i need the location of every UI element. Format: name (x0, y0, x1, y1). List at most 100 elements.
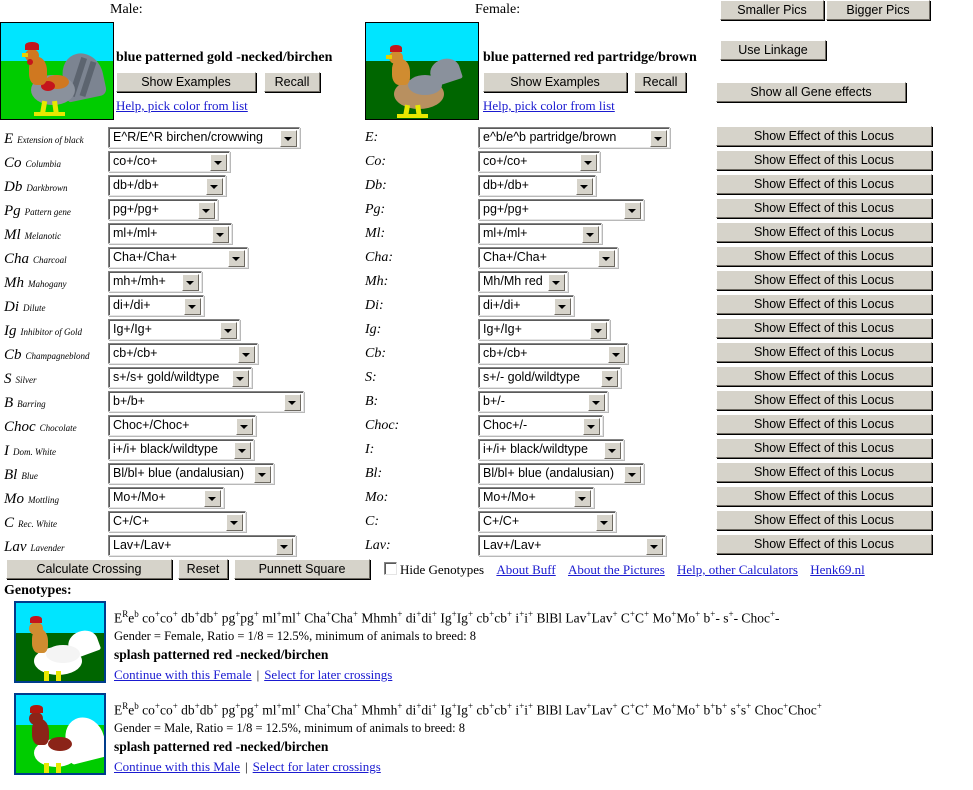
show-effect-locus-choc-button[interactable]: Show Effect of this Locus (716, 414, 932, 434)
chevron-down-icon[interactable] (284, 394, 301, 411)
select-male-mo[interactable]: Mo+/Mo+ (108, 487, 224, 508)
reset-button[interactable]: Reset (178, 559, 228, 579)
continue-with-this-female-link[interactable]: Continue with this Female (114, 667, 252, 682)
result-thumbnail-male[interactable] (14, 693, 106, 775)
chevron-down-icon[interactable] (280, 130, 297, 147)
about-buff-link[interactable]: About Buff (496, 562, 555, 577)
show-effect-locus-i-button[interactable]: Show Effect of this Locus (716, 438, 932, 458)
chevron-down-icon[interactable] (254, 466, 271, 483)
chevron-down-icon[interactable] (198, 202, 215, 219)
female-chicken-picture[interactable] (365, 22, 479, 120)
show-effect-locus-cha-button[interactable]: Show Effect of this Locus (716, 246, 932, 266)
show-effect-locus-ig-button[interactable]: Show Effect of this Locus (716, 318, 932, 338)
chevron-down-icon[interactable] (590, 322, 607, 339)
chevron-down-icon[interactable] (582, 226, 599, 243)
select-for-later-crossings-female-link[interactable]: Select for later crossings (264, 667, 392, 682)
chevron-down-icon[interactable] (226, 514, 243, 531)
chevron-down-icon[interactable] (184, 298, 201, 315)
chevron-down-icon[interactable] (583, 418, 600, 435)
select-female-bl[interactable]: Bl/bl+ blue (andalusian) (478, 463, 644, 484)
select-female-di[interactable]: di+/di+ (478, 295, 574, 316)
female-show-examples-button[interactable]: Show Examples (483, 72, 627, 92)
show-effect-locus-bl-button[interactable]: Show Effect of this Locus (716, 462, 932, 482)
chevron-down-icon[interactable] (212, 226, 229, 243)
chevron-down-icon[interactable] (210, 154, 227, 171)
chevron-down-icon[interactable] (548, 274, 565, 291)
select-male-db[interactable]: db+/db+ (108, 175, 226, 196)
chevron-down-icon[interactable] (276, 538, 293, 555)
select-male-mh[interactable]: mh+/mh+ (108, 271, 202, 292)
chevron-down-icon[interactable] (574, 490, 591, 507)
chevron-down-icon[interactable] (604, 442, 621, 459)
chevron-down-icon[interactable] (624, 202, 641, 219)
female-recall-button[interactable]: Recall (634, 72, 686, 92)
use-linkage-button[interactable]: Use Linkage (720, 40, 826, 60)
male-show-examples-button[interactable]: Show Examples (116, 72, 256, 92)
select-male-b[interactable]: b+/b+ (108, 391, 304, 412)
select-female-lav[interactable]: Lav+/Lav+ (478, 535, 666, 556)
chevron-down-icon[interactable] (204, 490, 221, 507)
show-effect-locus-e-button[interactable]: Show Effect of this Locus (716, 126, 932, 146)
chevron-down-icon[interactable] (238, 346, 255, 363)
select-male-cb[interactable]: cb+/cb+ (108, 343, 258, 364)
chevron-down-icon[interactable] (206, 178, 223, 195)
help-other-calculators-link[interactable]: Help, other Calculators (677, 562, 798, 577)
show-effect-locus-di-button[interactable]: Show Effect of this Locus (716, 294, 932, 314)
select-female-mo[interactable]: Mo+/Mo+ (478, 487, 594, 508)
punnett-square-button[interactable]: Punnett Square (234, 559, 370, 579)
chevron-down-icon[interactable] (182, 274, 199, 291)
select-female-choc[interactable]: Choc+/- (478, 415, 603, 436)
select-male-ml[interactable]: ml+/ml+ (108, 223, 232, 244)
chevron-down-icon[interactable] (624, 466, 641, 483)
bigger-pics-button[interactable]: Bigger Pics (826, 0, 930, 20)
chevron-down-icon[interactable] (554, 298, 571, 315)
select-male-pg[interactable]: pg+/pg+ (108, 199, 218, 220)
chevron-down-icon[interactable] (236, 418, 253, 435)
select-female-cb[interactable]: cb+/cb+ (478, 343, 628, 364)
result-thumbnail-female[interactable] (14, 601, 106, 683)
chevron-down-icon[interactable] (234, 442, 251, 459)
select-male-cha[interactable]: Cha+/Cha+ (108, 247, 248, 268)
select-female-e[interactable]: e^b/e^b partridge/brown (478, 127, 670, 148)
chevron-down-icon[interactable] (646, 538, 663, 555)
select-male-bl[interactable]: Bl/bl+ blue (andalusian) (108, 463, 274, 484)
smaller-pics-button[interactable]: Smaller Pics (720, 0, 824, 20)
select-female-s[interactable]: s+/- gold/wildtype (478, 367, 621, 388)
select-female-cha[interactable]: Cha+/Cha+ (478, 247, 618, 268)
chevron-down-icon[interactable] (608, 346, 625, 363)
chevron-down-icon[interactable] (598, 250, 615, 267)
select-male-co[interactable]: co+/co+ (108, 151, 230, 172)
henk69-link[interactable]: Henk69.nl (810, 562, 865, 577)
select-female-i[interactable]: i+/i+ black/wildtype (478, 439, 624, 460)
select-male-choc[interactable]: Choc+/Choc+ (108, 415, 256, 436)
show-effect-locus-co-button[interactable]: Show Effect of this Locus (716, 150, 932, 170)
male-help-pick-color-link[interactable]: Help, pick color from list (116, 98, 248, 114)
show-effect-locus-mh-button[interactable]: Show Effect of this Locus (716, 270, 932, 290)
chevron-down-icon[interactable] (220, 322, 237, 339)
show-effect-locus-lav-button[interactable]: Show Effect of this Locus (716, 534, 932, 554)
chevron-down-icon[interactable] (580, 154, 597, 171)
select-for-later-crossings-male-link[interactable]: Select for later crossings (253, 759, 381, 774)
chevron-down-icon[interactable] (650, 130, 667, 147)
calculate-crossing-button[interactable]: Calculate Crossing (6, 559, 172, 579)
hide-genotypes-checkbox[interactable] (384, 562, 397, 575)
select-female-ig[interactable]: Ig+/Ig+ (478, 319, 610, 340)
chevron-down-icon[interactable] (232, 370, 249, 387)
select-female-mh[interactable]: Mh/Mh red (478, 271, 568, 292)
chevron-down-icon[interactable] (601, 370, 618, 387)
continue-with-this-male-link[interactable]: Continue with this Male (114, 759, 240, 774)
show-effect-locus-pg-button[interactable]: Show Effect of this Locus (716, 198, 932, 218)
show-all-gene-effects-button[interactable]: Show all Gene effects (716, 82, 906, 102)
show-effect-locus-c-button[interactable]: Show Effect of this Locus (716, 510, 932, 530)
select-male-c[interactable]: C+/C+ (108, 511, 246, 532)
male-chicken-picture[interactable] (0, 22, 114, 120)
select-female-ml[interactable]: ml+/ml+ (478, 223, 602, 244)
select-male-i[interactable]: i+/i+ black/wildtype (108, 439, 254, 460)
show-effect-locus-s-button[interactable]: Show Effect of this Locus (716, 366, 932, 386)
female-help-pick-color-link[interactable]: Help, pick color from list (483, 98, 615, 114)
select-female-db[interactable]: db+/db+ (478, 175, 596, 196)
show-effect-locus-db-button[interactable]: Show Effect of this Locus (716, 174, 932, 194)
select-male-lav[interactable]: Lav+/Lav+ (108, 535, 296, 556)
select-male-di[interactable]: di+/di+ (108, 295, 204, 316)
select-male-s[interactable]: s+/s+ gold/wildtype (108, 367, 252, 388)
